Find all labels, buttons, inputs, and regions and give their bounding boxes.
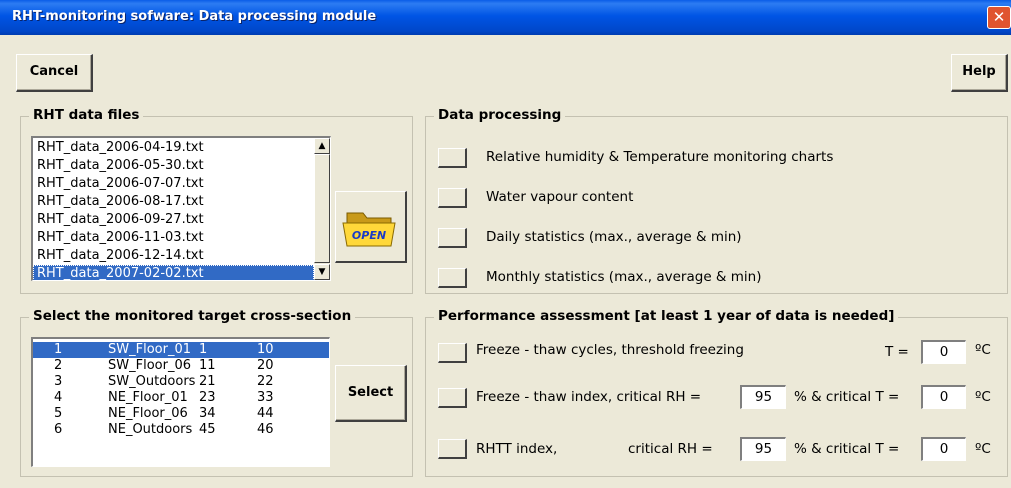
cs-from: 21 bbox=[199, 374, 216, 389]
cs-id: 4 bbox=[54, 390, 63, 405]
cs-name: NE_Floor_01 bbox=[108, 390, 188, 405]
freeze-thaw-cycles-t-label: T = bbox=[885, 344, 909, 360]
rhtt-index-unit: ºC bbox=[975, 441, 991, 457]
scroll-down-button[interactable]: ▼ bbox=[314, 264, 330, 280]
process-monthly-stats-label: Monthly statistics (max., average & min) bbox=[486, 269, 762, 285]
close-icon: ✕ bbox=[992, 8, 1006, 26]
dialog-body: Cancel Help RHT data files RHT_data_2006… bbox=[0, 35, 1011, 488]
scroll-thumb[interactable] bbox=[314, 154, 330, 263]
select-button[interactable]: Select bbox=[335, 365, 407, 422]
cancel-button-label: Cancel bbox=[29, 64, 79, 79]
process-rh-t-charts-label: Relative humidity & Temperature monitori… bbox=[486, 149, 834, 165]
table-row[interactable]: 6 NE_Outdoors 45 46 bbox=[33, 422, 329, 438]
list-item[interactable]: RHT_data_2006-07-07.txt bbox=[33, 175, 314, 193]
cs-to: 10 bbox=[257, 342, 274, 357]
freeze-thaw-cycles-button[interactable] bbox=[438, 343, 467, 363]
process-monthly-stats-button[interactable] bbox=[438, 268, 467, 288]
list-item[interactable]: RHT_data_2006-08-17.txt bbox=[33, 193, 314, 211]
freeze-thaw-index-rh-input[interactable]: 95 bbox=[740, 385, 786, 409]
rht-data-files-legend: RHT data files bbox=[29, 107, 144, 123]
process-water-vapour-label: Water vapour content bbox=[486, 189, 634, 205]
cs-id: 6 bbox=[54, 422, 63, 437]
process-rh-t-charts-button[interactable] bbox=[438, 148, 467, 168]
process-daily-stats-button[interactable] bbox=[438, 228, 467, 248]
cs-from: 34 bbox=[199, 406, 216, 421]
freeze-thaw-index-mid-label: % & critical T = bbox=[794, 389, 900, 405]
cs-from: 45 bbox=[199, 422, 216, 437]
cs-id: 5 bbox=[54, 406, 63, 421]
list-item[interactable]: RHT_data_2006-05-30.txt bbox=[33, 157, 314, 175]
list-item[interactable]: RHT_data_2006-11-03.txt bbox=[33, 229, 314, 247]
data-files-list[interactable]: RHT_data_2006-04-19.txt RHT_data_2006-05… bbox=[31, 136, 331, 281]
list-item[interactable]: RHT_data_2006-09-27.txt bbox=[33, 211, 314, 229]
process-daily-stats-label: Daily statistics (max., average & min) bbox=[486, 229, 742, 245]
window-title: RHT-monitoring sofware: Data processing … bbox=[12, 9, 377, 24]
cs-to: 22 bbox=[257, 374, 274, 389]
cs-from: 1 bbox=[199, 342, 208, 357]
cs-id: 2 bbox=[54, 358, 63, 373]
scroll-up-button[interactable]: ▲ bbox=[314, 138, 330, 154]
cancel-button[interactable]: Cancel bbox=[16, 54, 93, 92]
performance-assessment-legend: Performance assessment [at least 1 year … bbox=[434, 308, 899, 324]
help-button[interactable]: Help bbox=[951, 54, 1008, 92]
help-button-label: Help bbox=[962, 64, 996, 79]
cross-section-legend: Select the monitored target cross-sectio… bbox=[29, 308, 356, 324]
cs-name: NE_Floor_06 bbox=[108, 406, 188, 421]
rhtt-index-label: RHTT index, bbox=[476, 441, 558, 457]
cs-from: 11 bbox=[199, 358, 216, 373]
close-button[interactable]: ✕ bbox=[987, 6, 1011, 29]
freeze-thaw-index-unit: ºC bbox=[975, 389, 991, 405]
table-row[interactable]: 3 SW_Outdoors 21 22 bbox=[33, 374, 329, 390]
scroll-down-icon: ▼ bbox=[318, 267, 326, 277]
title-bar: RHT-monitoring sofware: Data processing … bbox=[0, 0, 1011, 35]
select-button-label: Select bbox=[347, 385, 394, 400]
cs-id: 1 bbox=[54, 342, 63, 357]
rhtt-index-rh-label: critical RH = bbox=[628, 441, 713, 457]
freeze-thaw-cycles-unit: ºC bbox=[975, 342, 991, 358]
cross-section-list[interactable]: 1 SW_Floor_01 1 10 2 SW_Floor_06 11 20 3… bbox=[31, 337, 330, 467]
freeze-thaw-index-button[interactable] bbox=[438, 388, 467, 408]
table-row[interactable]: 5 NE_Floor_06 34 44 bbox=[33, 406, 329, 422]
rhtt-index-t-input[interactable]: 0 bbox=[921, 437, 966, 461]
freeze-thaw-index-t-input[interactable]: 0 bbox=[921, 385, 966, 409]
cs-name: SW_Floor_01 bbox=[108, 342, 191, 357]
list-item-selected[interactable]: RHT_data_2007-02-02.txt bbox=[33, 265, 314, 280]
table-row-selected[interactable]: 1 SW_Floor_01 1 10 bbox=[33, 342, 329, 358]
scroll-up-icon: ▲ bbox=[318, 141, 326, 151]
cs-to: 20 bbox=[257, 358, 274, 373]
cs-id: 3 bbox=[54, 374, 63, 389]
table-row[interactable]: 4 NE_Floor_01 23 33 bbox=[33, 390, 329, 406]
cs-from: 23 bbox=[199, 390, 216, 405]
process-water-vapour-button[interactable] bbox=[438, 188, 467, 208]
cs-to: 33 bbox=[257, 390, 274, 405]
open-folder-icon: OPEN bbox=[342, 212, 396, 247]
cs-name: SW_Outdoors bbox=[108, 374, 196, 389]
open-label: OPEN bbox=[352, 229, 386, 242]
rhtt-index-button[interactable] bbox=[438, 439, 467, 459]
data-processing-legend: Data processing bbox=[434, 107, 566, 123]
freeze-thaw-cycles-t-input[interactable]: 0 bbox=[921, 340, 966, 364]
cs-to: 46 bbox=[257, 422, 274, 437]
cs-name: SW_Floor_06 bbox=[108, 358, 191, 373]
freeze-thaw-index-label: Freeze - thaw index, critical RH = bbox=[476, 389, 702, 405]
open-file-button[interactable]: OPEN bbox=[335, 191, 407, 263]
rhtt-index-rh-input[interactable]: 95 bbox=[740, 437, 786, 461]
rhtt-index-mid-label: % & critical T = bbox=[794, 441, 900, 457]
freeze-thaw-cycles-label: Freeze - thaw cycles, threshold freezing bbox=[476, 342, 744, 358]
table-row[interactable]: 2 SW_Floor_06 11 20 bbox=[33, 358, 329, 374]
cs-to: 44 bbox=[257, 406, 274, 421]
list-item[interactable]: RHT_data_2006-12-14.txt bbox=[33, 247, 314, 265]
list-scrollbar[interactable]: ▲ ▼ bbox=[314, 138, 330, 280]
cs-name: NE_Outdoors bbox=[108, 422, 193, 437]
data-processing-group: Data processing bbox=[425, 107, 1008, 294]
list-item[interactable]: RHT_data_2006-04-19.txt bbox=[33, 139, 314, 157]
